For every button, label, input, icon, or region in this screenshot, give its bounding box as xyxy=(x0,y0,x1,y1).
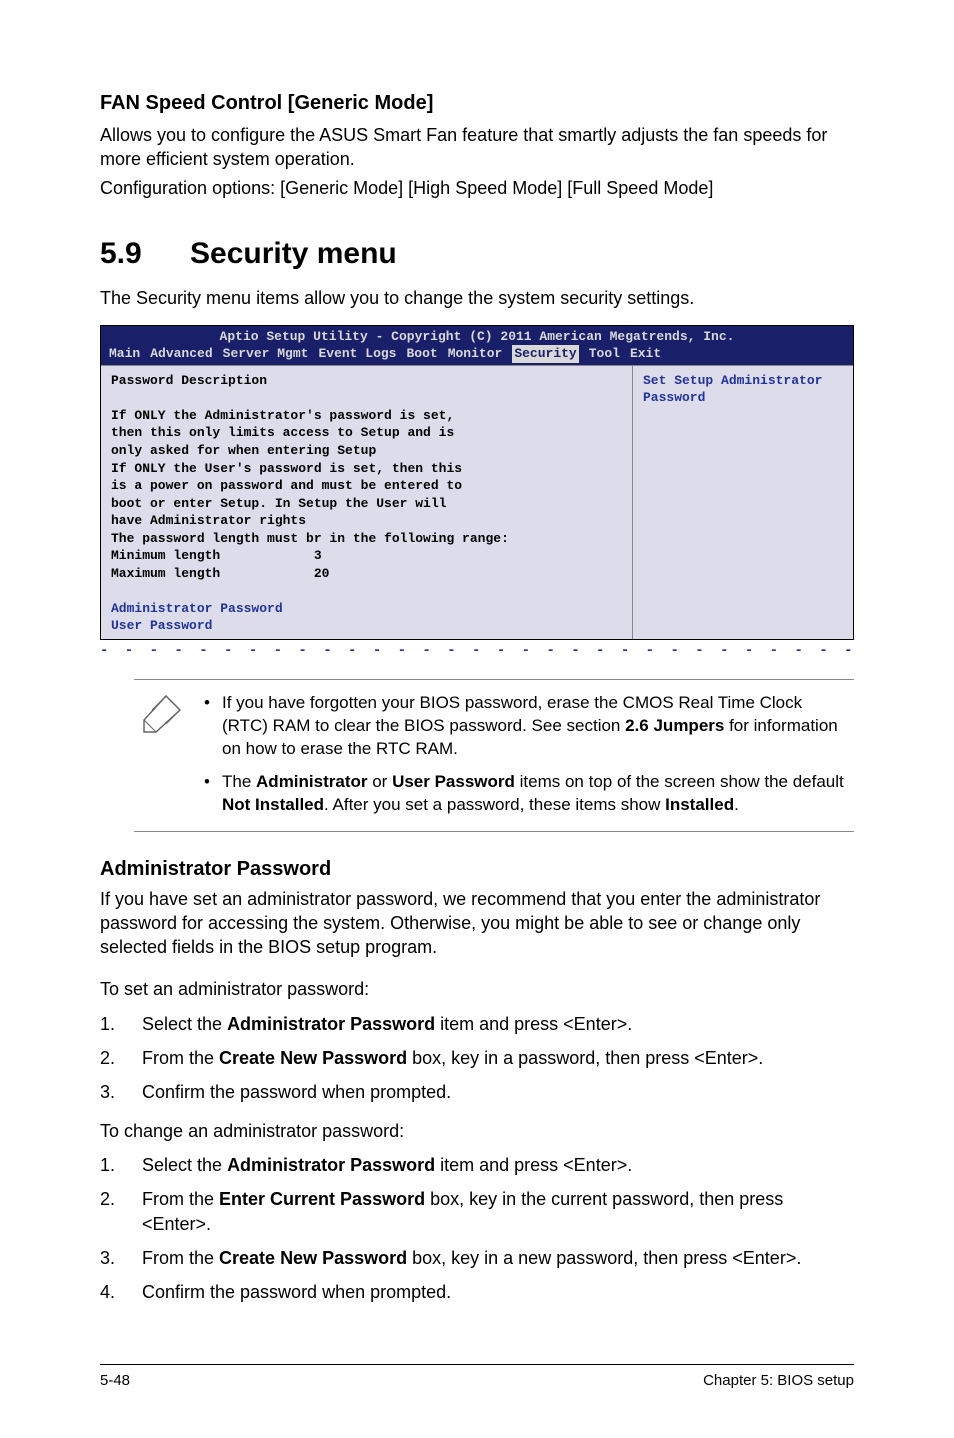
tab-main: Main xyxy=(109,345,140,363)
tab-monitor: Monitor xyxy=(448,345,503,363)
bios-tab-bar: Main Advanced Server Mgmt Event Logs Boo… xyxy=(101,345,853,365)
list-item: From the Enter Current Password box, key… xyxy=(100,1187,854,1236)
note-text: If you have forgotten your BIOS password… xyxy=(204,692,846,817)
bios-body: Password Description If ONLY the Adminis… xyxy=(101,365,853,639)
chapter-label: Chapter 5: BIOS setup xyxy=(703,1371,854,1391)
tab-security: Security xyxy=(512,345,578,363)
bios-cutoff-dashes: - - - - - - - - - - - - - - - - - - - - … xyxy=(100,642,854,661)
page-number: 5-48 xyxy=(100,1371,130,1391)
set-pw-steps: Select the Administrator Password item a… xyxy=(100,1012,854,1105)
tab-exit: Exit xyxy=(630,345,661,363)
bios-screenshot: Aptio Setup Utility - Copyright (C) 2011… xyxy=(100,325,854,640)
section-title: Security menu xyxy=(190,237,397,270)
page-footer: 5-48 Chapter 5: BIOS setup xyxy=(100,1364,854,1391)
bios-left-panel: Password Description If ONLY the Adminis… xyxy=(101,366,633,639)
note-item-1: If you have forgotten your BIOS password… xyxy=(204,692,846,761)
set-pw-intro: To set an administrator password: xyxy=(100,977,854,1001)
tab-tool: Tool xyxy=(589,345,620,363)
list-item: From the Create New Password box, key in… xyxy=(100,1046,854,1070)
bios-admin-password-item: Administrator Password xyxy=(111,601,283,616)
section-heading: 5.9Security menu xyxy=(100,234,854,275)
fan-desc-2: Configuration options: [Generic Mode] [H… xyxy=(100,176,854,200)
tab-advanced: Advanced xyxy=(150,345,212,363)
list-item: Select the Administrator Password item a… xyxy=(100,1153,854,1177)
tab-event-logs: Event Logs xyxy=(318,345,396,363)
fan-desc-1: Allows you to configure the ASUS Smart F… xyxy=(100,123,854,172)
admin-password-heading: Administrator Password xyxy=(100,856,854,883)
tab-boot: Boot xyxy=(406,345,437,363)
list-item: From the Create New Password box, key in… xyxy=(100,1246,854,1270)
fan-heading: FAN Speed Control [Generic Mode] xyxy=(100,90,854,117)
list-item: Confirm the password when prompted. xyxy=(100,1280,854,1304)
list-item: Select the Administrator Password item a… xyxy=(100,1012,854,1036)
section-number: 5.9 xyxy=(100,234,190,275)
change-pw-intro: To change an administrator password: xyxy=(100,1119,854,1143)
bios-desc-text: Password Description If ONLY the Adminis… xyxy=(111,373,509,581)
admin-password-para: If you have set an administrator passwor… xyxy=(100,887,854,960)
bios-user-password-item: User Password xyxy=(111,618,212,633)
section-intro: The Security menu items allow you to cha… xyxy=(100,286,854,310)
bios-help-panel: Set Setup Administrator Password xyxy=(633,366,853,639)
note-block: If you have forgotten your BIOS password… xyxy=(134,679,854,832)
pencil-icon xyxy=(142,692,184,817)
note-item-2: The Administrator or User Password items… xyxy=(204,771,846,817)
list-item: Confirm the password when prompted. xyxy=(100,1080,854,1104)
tab-server-mgmt: Server Mgmt xyxy=(223,345,309,363)
bios-title-bar: Aptio Setup Utility - Copyright (C) 2011… xyxy=(101,326,853,346)
change-pw-steps: Select the Administrator Password item a… xyxy=(100,1153,854,1304)
